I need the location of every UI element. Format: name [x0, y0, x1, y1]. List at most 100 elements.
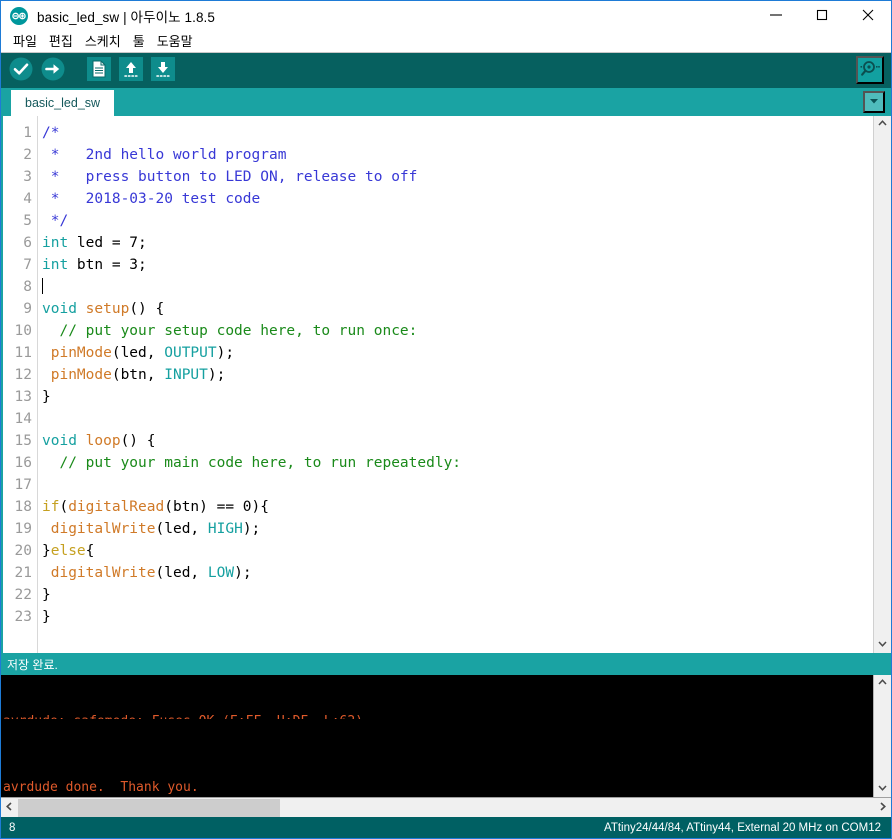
code-token: pinMode: [50, 345, 112, 361]
new-document-icon: [87, 57, 111, 84]
cursor-line-number: 8: [9, 821, 16, 834]
code-token: digitalRead: [68, 499, 165, 515]
code-line: // put your setup code here, to run once…: [42, 320, 873, 342]
code-line: pinMode(led, OUTPUT);: [42, 342, 873, 364]
code-line: // put your main code here, to run repea…: [42, 452, 873, 474]
code-token: led = 7;: [68, 235, 147, 251]
serial-monitor-button[interactable]: [856, 56, 884, 84]
code-token: digitalWrite: [50, 521, 156, 537]
code-token: }: [42, 587, 51, 603]
code-line: pinMode(btn, INPUT);: [42, 364, 873, 386]
code-token: void: [42, 301, 77, 317]
tab-label: basic_led_sw: [25, 96, 101, 110]
menu-item-sketch[interactable]: 스케치: [79, 32, 127, 52]
scroll-up-button[interactable]: [874, 116, 891, 133]
line-number: 3: [23, 169, 32, 185]
menu-item-file[interactable]: 파일: [7, 32, 43, 52]
editor-area: 1 2 3 4 5 6 7 8 9 10 11 12 13 14 15 16 17 18 19 20 21 22 23 /*…: [1, 116, 891, 653]
menu-item-edit[interactable]: 편집: [43, 32, 79, 52]
checkmark-circle-icon: [8, 56, 34, 85]
horizontal-scroll-track[interactable]: [18, 798, 874, 817]
line-number: 21: [14, 565, 32, 581]
toolbar: [1, 53, 891, 88]
code-line: int btn = 3;: [42, 254, 873, 276]
code-token: loop: [85, 433, 121, 449]
code-token: // put your setup code here, to run once…: [42, 323, 418, 339]
scroll-down-button[interactable]: [874, 636, 891, 653]
code-editor[interactable]: 1 2 3 4 5 6 7 8 9 10 11 12 13 14 15 16 17 18 19 20 21 22 23 /*…: [1, 116, 873, 653]
scroll-right-button[interactable]: [874, 799, 891, 817]
line-number: 15: [14, 433, 32, 449]
code-line: void loop() {: [42, 430, 873, 452]
code-token: (led,: [111, 345, 165, 361]
console-output[interactable]: avrdude: safemode: Fuses OK (E:FF, H:DF,…: [1, 675, 873, 797]
code-token: }: [42, 389, 51, 405]
code-token: }: [42, 609, 51, 625]
arrow-right-circle-icon: [40, 56, 66, 85]
code-token: () {: [120, 433, 156, 449]
window-controls: [753, 1, 891, 31]
code-token: int: [42, 257, 69, 273]
chevron-up-icon: [877, 116, 888, 134]
code-line: * press button to LED ON, release to off: [42, 166, 873, 188]
console-scroll-up-button[interactable]: [874, 675, 891, 692]
save-down-arrow-icon: [151, 57, 175, 84]
code-token: pinMode: [50, 367, 112, 383]
upload-button[interactable]: [38, 56, 68, 86]
chevron-left-icon: [4, 799, 15, 817]
line-number: 17: [14, 477, 32, 493]
code-token: setup: [85, 301, 130, 317]
console-scroll-down-button[interactable]: [874, 780, 891, 797]
verify-button[interactable]: [6, 56, 36, 86]
code-token: (: [59, 499, 69, 515]
code-line: }else{: [42, 540, 873, 562]
toolbar-left-group: [1, 56, 179, 86]
chevron-down-icon: [877, 780, 888, 798]
code-text[interactable]: /* * 2nd hello world program * press but…: [37, 116, 873, 653]
code-line: */: [42, 210, 873, 232]
code-token: );: [207, 367, 226, 383]
code-token: );: [242, 521, 261, 537]
line-number: 1: [23, 125, 32, 141]
minimize-button[interactable]: [753, 1, 799, 31]
line-number: 12: [14, 367, 32, 383]
open-sketch-button[interactable]: [116, 56, 146, 86]
chevron-down-icon: [867, 94, 881, 111]
editor-vertical-scrollbar[interactable]: [873, 116, 891, 653]
code-line: int led = 7;: [42, 232, 873, 254]
line-number: 5: [23, 213, 32, 229]
save-sketch-button[interactable]: [148, 56, 178, 86]
code-token: digitalWrite: [50, 565, 156, 581]
scroll-left-button[interactable]: [1, 799, 18, 817]
code-line: }: [42, 606, 873, 628]
line-number: 18: [14, 499, 32, 515]
serial-monitor-magnifier-icon: [859, 58, 881, 83]
code-token: (btn) == 0){: [164, 499, 269, 515]
tab-menu-button[interactable]: [863, 91, 885, 113]
close-icon: [861, 8, 875, 25]
line-number: 7: [23, 257, 32, 273]
console-horizontal-scrollbar[interactable]: [1, 797, 891, 817]
console-vertical-scrollbar[interactable]: [873, 675, 891, 797]
code-line: /*: [42, 122, 873, 144]
menu-item-help[interactable]: 도움말: [151, 32, 199, 52]
new-sketch-button[interactable]: [84, 56, 114, 86]
maximize-button[interactable]: [799, 1, 845, 31]
close-button[interactable]: [845, 1, 891, 31]
menu-item-tools[interactable]: 툴: [127, 32, 151, 52]
code-token: (led,: [155, 565, 208, 581]
code-line: [42, 276, 873, 298]
tab-bar: basic_led_sw: [1, 88, 891, 116]
line-number: 19: [14, 521, 32, 537]
chevron-up-icon: [877, 675, 888, 693]
code-line: digitalWrite(led, HIGH);: [42, 518, 873, 540]
title-bar: basic_led_sw | 아두이노 1.8.5: [1, 1, 891, 31]
code-line: void setup() {: [42, 298, 873, 320]
code-token: {: [85, 543, 95, 559]
horizontal-scroll-thumb[interactable]: [18, 798, 280, 817]
tab-basic-led-sw[interactable]: basic_led_sw: [11, 90, 115, 116]
line-number: 14: [14, 411, 32, 427]
